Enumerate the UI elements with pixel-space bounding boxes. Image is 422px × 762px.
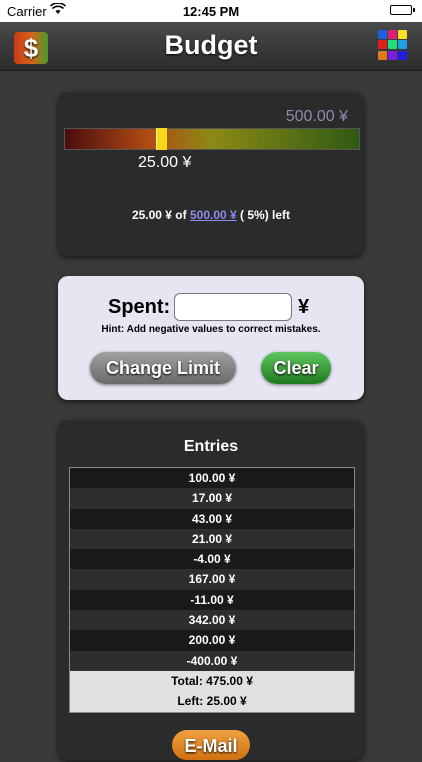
spent-value: 25.00 ¥ (138, 154, 192, 171)
spent-marker (156, 128, 167, 150)
entries-table: 100.00 ¥ 17.00 ¥ 43.00 ¥ 21.00 ¥ -4.00 ¥… (69, 467, 355, 713)
spent-entry-panel: Spent: ¥ Hint: Add negative values to co… (58, 276, 364, 400)
grid-cell (388, 30, 397, 39)
summary-suffix: ( 5%) left (240, 208, 291, 222)
grid-cell (398, 30, 407, 39)
grid-cell (388, 50, 397, 60)
entry-row[interactable]: 200.00 ¥ (70, 630, 354, 651)
clear-button[interactable]: Clear (261, 352, 331, 384)
budget-overview-panel: 500.00 ¥ 25.00 ¥ 25.00 ¥ of 500.00 ¥ ( 5… (58, 92, 364, 256)
spent-label: Spent: (108, 296, 171, 318)
currency-symbol: ¥ (298, 296, 310, 318)
limit-value: 500.00 ¥ (285, 108, 348, 125)
hint-text: Hint: Add negative values to correct mis… (101, 324, 321, 335)
grid-cell (398, 40, 407, 50)
battery-icon (390, 5, 415, 15)
grid-cell (388, 40, 397, 50)
color-grid-icon[interactable] (378, 30, 408, 60)
left-row: Left: 25.00 ¥ (70, 691, 354, 712)
entry-row[interactable]: 43.00 ¥ (70, 508, 354, 529)
entry-row[interactable]: 167.00 ¥ (70, 569, 354, 590)
email-button[interactable]: E-Mail (172, 730, 250, 760)
spent-input[interactable] (174, 293, 292, 321)
grid-cell (378, 30, 387, 39)
grid-cell (378, 50, 387, 60)
clock-time: 12:45 PM (182, 4, 240, 19)
page-title: Budget (164, 30, 258, 60)
total-row: Total: 475.00 ¥ (70, 670, 354, 692)
entry-row[interactable]: -4.00 ¥ (70, 549, 354, 570)
change-limit-button[interactable]: Change Limit (90, 352, 236, 384)
navigation-bar: $ Budget (0, 22, 422, 71)
entries-panel: Entries 100.00 ¥ 17.00 ¥ 43.00 ¥ 21.00 ¥… (58, 420, 364, 760)
entry-row[interactable]: 342.00 ¥ (70, 610, 354, 631)
entry-row[interactable]: 100.00 ¥ (70, 468, 354, 489)
grid-cell (378, 40, 387, 50)
status-bar: Carrier 12:45 PM (0, 0, 422, 22)
entries-title: Entries (183, 438, 239, 455)
budget-summary: 25.00 ¥ of 500.00 ¥ ( 5%) left (58, 208, 364, 222)
grid-cell (398, 50, 407, 60)
entry-row[interactable]: -11.00 ¥ (70, 589, 354, 611)
budget-progress-bar (64, 128, 360, 150)
summary-prefix: 25.00 ¥ of (131, 208, 187, 222)
limit-link[interactable]: 500.00 ¥ (190, 208, 237, 222)
entry-row[interactable]: -400.00 ¥ (70, 650, 354, 671)
entry-row[interactable]: 21.00 ¥ (70, 528, 354, 550)
entry-row[interactable]: 17.00 ¥ (70, 488, 354, 509)
